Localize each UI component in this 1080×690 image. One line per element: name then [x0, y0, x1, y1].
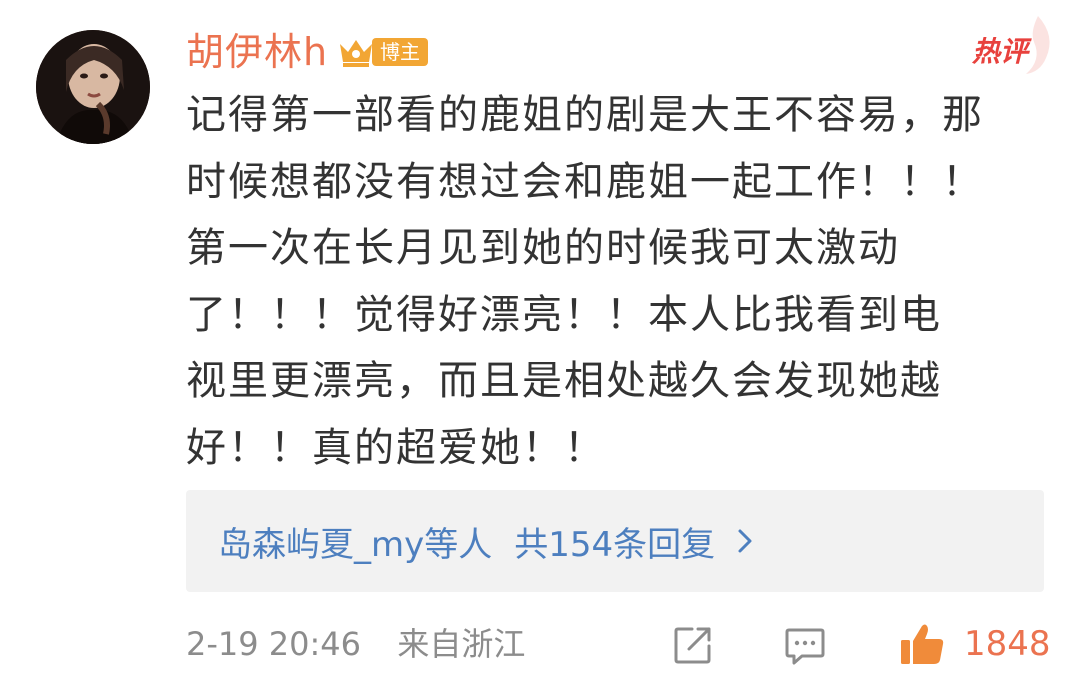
- comment-line: 时候想都没有想过会和鹿姐一起工作！！！: [186, 158, 984, 205]
- comment-line: 了！！！觉得好漂亮！！本人比我看到电: [186, 291, 942, 338]
- reply-preview-box[interactable]: 岛森屿夏_my等人 共154条回复: [186, 490, 1044, 592]
- comment-line: 第一次在长月见到她的时候我可太激动: [186, 225, 900, 271]
- comment-icon[interactable]: [784, 624, 826, 666]
- comment-line: 好！！真的超爱她！！: [186, 424, 606, 471]
- comment-line: 记得第一部看的鹿姐的剧是大王不容易，那: [186, 92, 984, 138]
- share-icon[interactable]: [672, 624, 714, 666]
- hot-comment-tag: 热评: [971, 35, 1028, 68]
- reply-users: 岛森屿夏_my等人: [218, 524, 493, 565]
- comment-text: 记得第一部看的鹿姐的剧是大王不容易，那 时候想都没有想过会和鹿姐一起工作！！！ …: [186, 82, 1056, 481]
- avatar-portrait: [36, 30, 150, 144]
- username[interactable]: 胡伊林h: [186, 28, 328, 76]
- badge-label: 博主: [372, 38, 428, 66]
- avatar[interactable]: [36, 30, 150, 144]
- chevron-right-icon: [738, 529, 752, 553]
- location-source: 来自浙江: [397, 625, 526, 663]
- blogger-badge: 博主: [336, 34, 428, 70]
- comment-meta: 2-19 20:46 来自浙江: [186, 616, 525, 672]
- crown-icon: [340, 40, 372, 67]
- timestamp: 2-19 20:46: [186, 625, 362, 663]
- comment-footer: 2-19 20:46 来自浙江 1848: [186, 616, 1051, 672]
- comment-line: 视里更漂亮，而且是相处越久会发现她越: [186, 358, 942, 404]
- view-replies-link[interactable]: 岛森屿夏_my等人 共154条回复: [218, 490, 753, 592]
- like-count: 1848: [964, 624, 1051, 664]
- reply-count: 共154条回复: [514, 524, 716, 565]
- thumbs-up-icon[interactable]: [898, 620, 946, 668]
